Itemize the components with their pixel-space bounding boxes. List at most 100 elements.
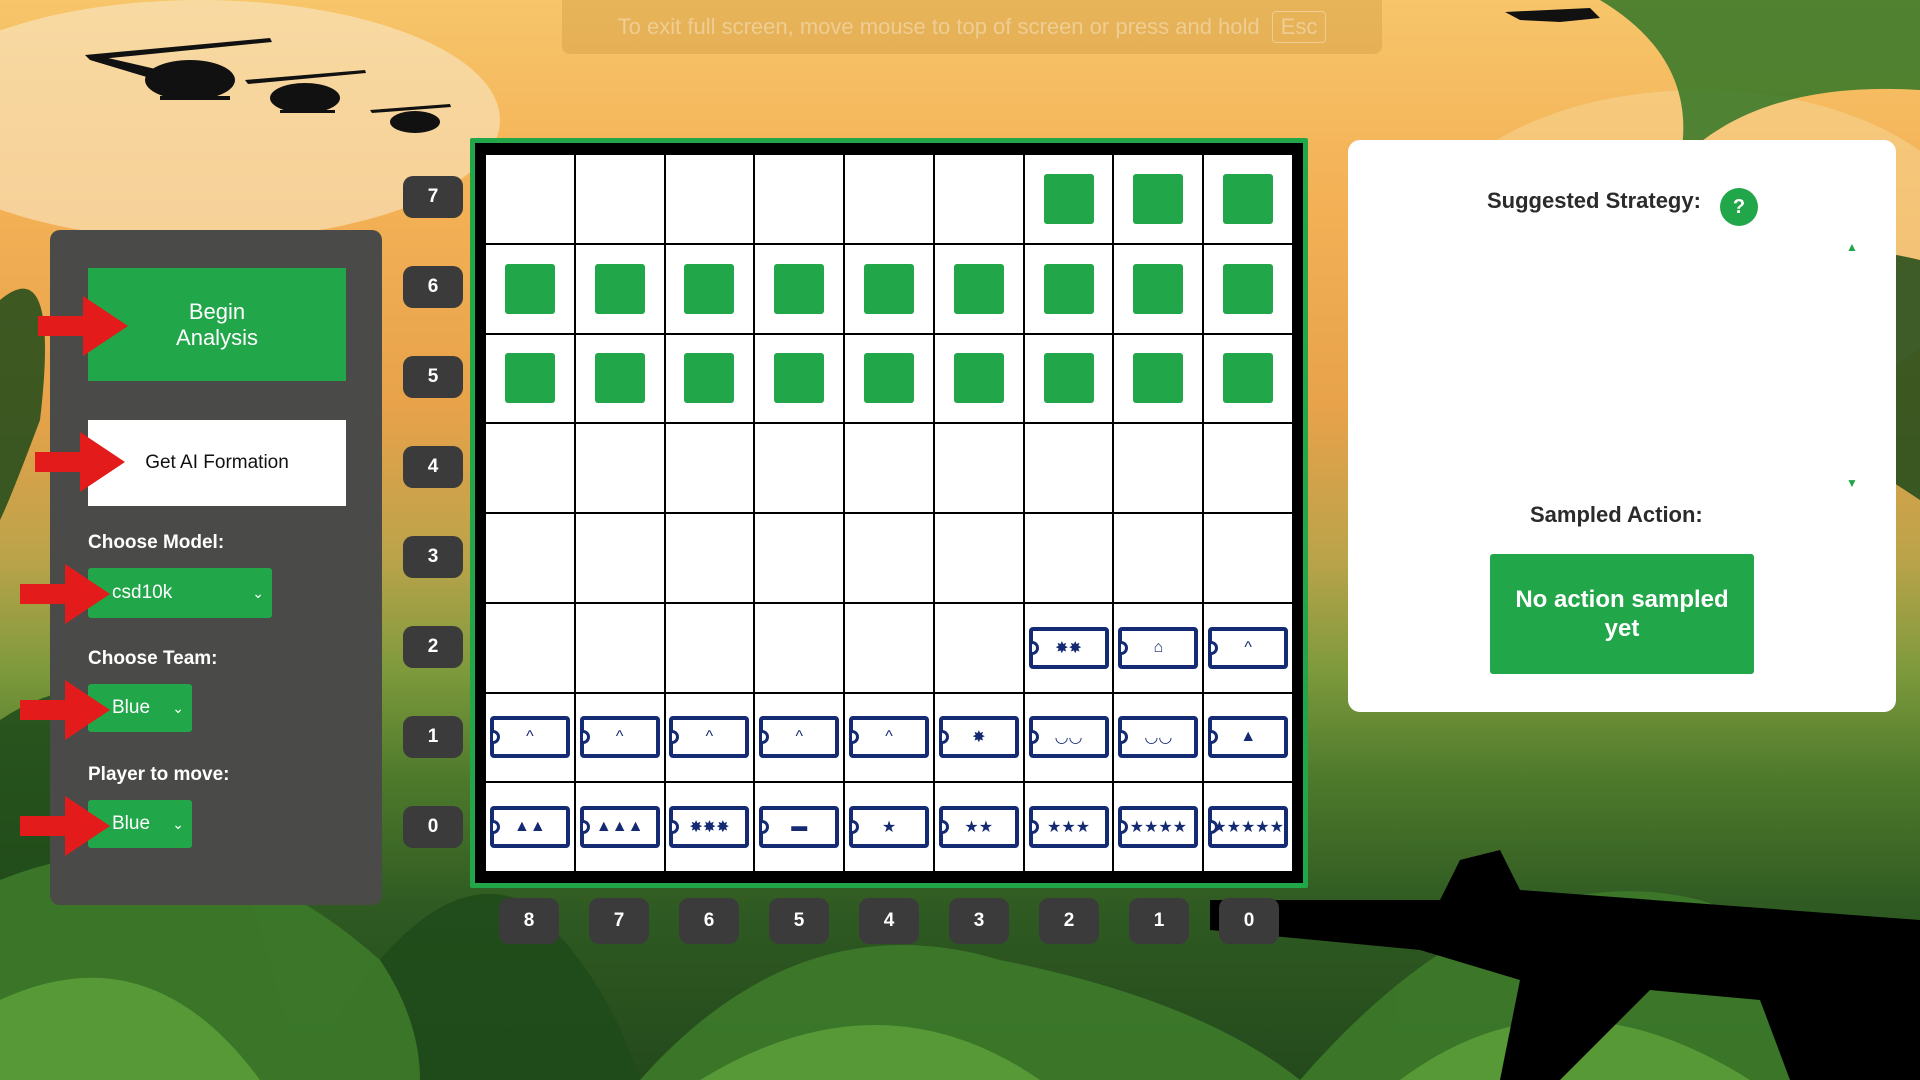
blue-piece[interactable]: ^ xyxy=(759,716,840,759)
sampled-action-button[interactable]: No action sampled yet xyxy=(1490,554,1754,674)
blue-piece[interactable]: ★★★★ xyxy=(1118,806,1199,849)
board-cell[interactable] xyxy=(845,514,933,602)
board-cell[interactable] xyxy=(1114,514,1203,602)
opponent-piece[interactable] xyxy=(863,353,914,404)
board-cell[interactable] xyxy=(665,155,754,243)
board-cell[interactable] xyxy=(1024,155,1113,243)
blue-piece[interactable]: ^ xyxy=(1208,626,1289,669)
opponent-piece[interactable] xyxy=(863,263,914,314)
opponent-piece[interactable] xyxy=(1043,353,1094,404)
board-cell[interactable] xyxy=(934,514,1023,602)
blue-piece[interactable]: ^ xyxy=(579,716,660,759)
board-cell[interactable] xyxy=(1114,424,1203,512)
board-cell[interactable]: ^ xyxy=(575,693,664,782)
board-cell[interactable] xyxy=(575,603,664,692)
opponent-piece[interactable] xyxy=(774,263,825,314)
board-cell[interactable]: ✸✸✸ xyxy=(665,783,754,871)
opponent-piece[interactable] xyxy=(504,353,555,404)
opponent-piece[interactable] xyxy=(1223,353,1274,404)
blue-piece[interactable]: ▲ xyxy=(1208,716,1289,759)
board-cell[interactable] xyxy=(755,514,844,602)
board-cell[interactable] xyxy=(575,155,664,243)
board-cell[interactable] xyxy=(1204,424,1292,512)
board-cell[interactable] xyxy=(486,424,574,512)
blue-piece[interactable]: ▲▲ xyxy=(489,806,570,849)
opponent-piece[interactable] xyxy=(1043,263,1094,314)
board-cell[interactable]: ^ xyxy=(845,693,933,782)
board-cell[interactable] xyxy=(486,514,574,602)
board-cell[interactable] xyxy=(1204,244,1292,333)
blue-piece[interactable]: ▲▲▲ xyxy=(579,806,660,849)
board-cell[interactable]: ▲▲▲ xyxy=(575,783,664,871)
board-cell[interactable] xyxy=(755,155,844,243)
board-cell[interactable] xyxy=(665,424,754,512)
board-cell[interactable] xyxy=(755,424,844,512)
board-cell[interactable] xyxy=(1024,244,1113,333)
board-cell[interactable]: ★★★★★ xyxy=(1204,783,1292,871)
board-cell[interactable] xyxy=(575,514,664,602)
board-cell[interactable] xyxy=(665,334,754,423)
board-cell[interactable] xyxy=(665,244,754,333)
board-cell[interactable]: ★★★★ xyxy=(1114,783,1203,871)
board-cell[interactable] xyxy=(934,244,1023,333)
opponent-piece[interactable] xyxy=(953,353,1004,404)
blue-piece[interactable]: ★★★★★ xyxy=(1208,806,1289,849)
opponent-piece[interactable] xyxy=(953,263,1004,314)
blue-piece[interactable]: ★★★ xyxy=(1028,806,1109,849)
board-cell[interactable]: ^ xyxy=(665,693,754,782)
board-cell[interactable] xyxy=(845,603,933,692)
board-cell[interactable]: ✸✸ xyxy=(1024,603,1113,692)
opponent-piece[interactable] xyxy=(1133,173,1184,224)
board-cell[interactable] xyxy=(665,603,754,692)
board-cell[interactable] xyxy=(934,424,1023,512)
opponent-piece[interactable] xyxy=(774,353,825,404)
board-cell[interactable] xyxy=(665,514,754,602)
blue-piece[interactable]: ✸ xyxy=(938,716,1019,759)
board-cell[interactable] xyxy=(755,244,844,333)
board-cell[interactable] xyxy=(755,603,844,692)
board-cell[interactable] xyxy=(575,424,664,512)
opponent-piece[interactable] xyxy=(594,353,645,404)
opponent-piece[interactable] xyxy=(684,263,735,314)
board-cell[interactable]: ★★ xyxy=(934,783,1023,871)
board-cell[interactable] xyxy=(1114,244,1203,333)
board-cell[interactable]: ◡◡ xyxy=(1024,693,1113,782)
board-cell[interactable]: ^ xyxy=(486,693,574,782)
board-cell[interactable] xyxy=(486,603,574,692)
scroll-up-icon[interactable]: ▲ xyxy=(1846,240,1858,254)
board-cell[interactable]: ▬ xyxy=(755,783,844,871)
model-select[interactable]: csd10k ⌄ xyxy=(88,568,272,618)
opponent-piece[interactable] xyxy=(1043,173,1094,224)
board-cell[interactable] xyxy=(1204,514,1292,602)
board-cell[interactable] xyxy=(934,334,1023,423)
blue-piece[interactable]: ⌂ xyxy=(1118,626,1199,669)
opponent-piece[interactable] xyxy=(504,263,555,314)
scroll-down-icon[interactable]: ▼ xyxy=(1846,476,1858,490)
get-ai-formation-button[interactable]: Get AI Formation xyxy=(88,420,346,506)
board-cell[interactable] xyxy=(1204,334,1292,423)
board-cell[interactable]: ★★★ xyxy=(1024,783,1113,871)
blue-piece[interactable]: ★★ xyxy=(938,806,1019,849)
board-cell[interactable]: ▲▲ xyxy=(486,783,574,871)
board-cell[interactable] xyxy=(934,155,1023,243)
blue-piece[interactable]: ◡◡ xyxy=(1118,716,1199,759)
board-cell[interactable] xyxy=(486,155,574,243)
opponent-piece[interactable] xyxy=(1223,173,1274,224)
board-cell[interactable] xyxy=(934,603,1023,692)
board-cell[interactable]: ▲ xyxy=(1204,693,1292,782)
board-cell[interactable] xyxy=(1024,424,1113,512)
board-cell[interactable] xyxy=(755,334,844,423)
board-cell[interactable] xyxy=(575,334,664,423)
board-cell[interactable] xyxy=(845,155,933,243)
board-cell[interactable]: ⌂ xyxy=(1114,603,1203,692)
board-cell[interactable] xyxy=(575,244,664,333)
board-cell[interactable] xyxy=(845,244,933,333)
board-cell[interactable] xyxy=(1204,155,1292,243)
board-cell[interactable]: ★ xyxy=(845,783,933,871)
opponent-piece[interactable] xyxy=(1133,263,1184,314)
board-cell[interactable]: ^ xyxy=(1204,603,1292,692)
blue-piece[interactable]: ✸✸✸ xyxy=(669,806,750,849)
opponent-piece[interactable] xyxy=(684,353,735,404)
board-cell[interactable]: ◡◡ xyxy=(1114,693,1203,782)
blue-piece[interactable]: ^ xyxy=(489,716,570,759)
